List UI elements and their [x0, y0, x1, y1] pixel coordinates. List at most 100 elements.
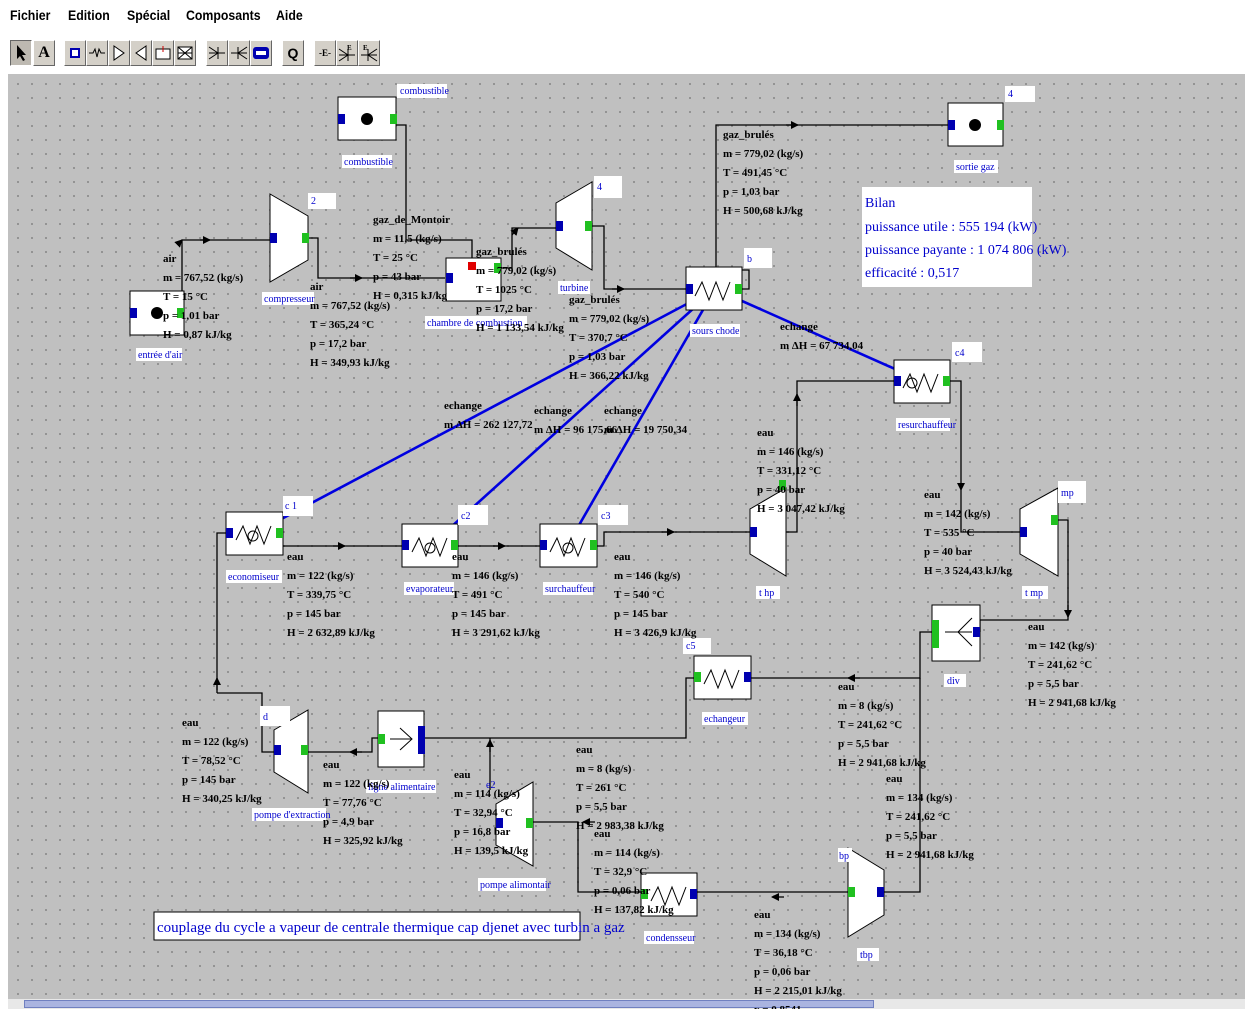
t-mp-component[interactable]	[1019, 487, 1059, 577]
label-s-div-echg-line-1: m = 8 (kg/s)	[838, 700, 894, 712]
turbine-component[interactable]	[555, 181, 593, 271]
label-s-cond-out-line-3: p = 0,06 bar	[594, 885, 651, 897]
diagram-caption: couplage du cycle a vapeur de centrale t…	[157, 920, 625, 936]
label-s-tbp-out-line-1: m = 134 (kg/s)	[754, 928, 821, 940]
label-s-air-out-line-3: p = 17,2 bar	[310, 338, 367, 350]
label-s-evap-out-line-1: m = 146 (kg/s)	[452, 570, 519, 582]
label-s-air-in-line-1: m = 767,52 (kg/s)	[163, 272, 244, 284]
label-s-resurch-out-line-0: eau	[924, 489, 941, 501]
tag-sortie-gaz: 4	[1008, 89, 1013, 100]
bilan-efficacite: efficacité : 0,517	[865, 266, 959, 281]
label-s-fuel-line-4: H = 0,315 kJ/kg	[373, 290, 448, 302]
label-s-div-tbp-line-3: p = 5,5 bar	[886, 830, 937, 842]
label-s-div-tbp-line-1: m = 134 (kg/s)	[886, 792, 953, 804]
tag-t-bp: bp	[839, 851, 849, 862]
name-surchauffeur: surchauffeur	[545, 584, 596, 595]
label-s-turb-out-line-1: m = 779,02 (kg/s)	[569, 313, 650, 325]
resurchauffeur-component[interactable]	[893, 359, 951, 404]
label-s-surch-out-line-1: m = 146 (kg/s)	[614, 570, 681, 582]
label-s-eco-in-line-2: T = 78,52 °C	[182, 755, 241, 767]
label-s-fuel-line-2: T = 25 °C	[373, 252, 418, 264]
evaporateur-component[interactable]	[401, 523, 459, 568]
name-pompe-extraction: pompe d'extraction	[254, 810, 331, 821]
label-s-exhaust-line-1: m = 779,02 (kg/s)	[723, 148, 804, 160]
name-div: div	[947, 676, 960, 687]
surchauffeur-component[interactable]	[539, 523, 598, 568]
label-s-evap-out-line-0: eau	[452, 551, 469, 563]
wire-div-echg	[746, 631, 935, 679]
tag-surchauffeur: c3	[601, 511, 610, 522]
label-s-echg-out-line-4: H = 2 983,38 kJ/kg	[576, 820, 664, 832]
label-s-pa-out-line-1: m = 114 (kg/s)	[454, 788, 520, 800]
label-s-echg-out-line-1: m = 8 (kg/s)	[576, 763, 632, 775]
label-s-eco-out-line-3: p = 145 bar	[287, 608, 341, 620]
label-s-pe-out-line-4: H = 325,92 kJ/kg	[323, 835, 403, 847]
label-s-cond-out-line-1: m = 114 (kg/s)	[594, 847, 660, 859]
name-t-hp: t hp	[759, 588, 774, 599]
label-s-cc-out-line-4: H = 1 133,54 kJ/kg	[476, 322, 564, 334]
name-turbine: turbine	[560, 283, 589, 294]
label-s-evap-out-line-4: H = 3 291,62 kJ/kg	[452, 627, 540, 639]
label-s-cc-out-line-0: gaz_brulés	[476, 246, 527, 258]
compresseur-component[interactable]	[269, 193, 309, 283]
label-s-fuel-line-3: p = 43 bar	[373, 271, 421, 283]
label-e3-line-1: m ΔH = 19 750,34	[604, 424, 688, 436]
wire-surch-thp	[597, 531, 750, 547]
label-s-tbp-out-line-2: T = 36,18 °C	[754, 947, 813, 959]
label-s-eco-in-line-4: H = 340,25 kJ/kg	[182, 793, 262, 805]
tag-pompe-extraction: d	[263, 712, 268, 723]
bilan-puissance-utile: puissance utile : 555 194 (kW)	[865, 220, 1038, 235]
label-s-cond-out-line-2: T = 32,9 °C	[594, 866, 647, 878]
label-e4-line-0: echange	[780, 321, 818, 333]
source-chaude-component[interactable]	[685, 266, 743, 311]
economiseur-component[interactable]	[225, 511, 284, 556]
label-s-eco-in-line-0: eau	[182, 717, 199, 729]
wire-eco-in	[216, 532, 228, 693]
label-s-surch-out-line-4: H = 3 426,9 kJ/kg	[614, 627, 697, 639]
sortie-gaz-component[interactable]	[947, 102, 1004, 147]
label-s-div-echg-line-4: H = 2 941,68 kJ/kg	[838, 757, 926, 769]
label-s-resurch-out-line-4: H = 3 524,43 kJ/kg	[924, 565, 1012, 577]
name-t-mp: t mp	[1025, 588, 1043, 599]
thermodynamic-cycle-diagram: combustible 4 2 4 b c4 c 1 c2 c3 mp c5 d…	[129, 84, 1116, 1009]
label-e2-line-0: echange	[534, 405, 572, 417]
label-s-tbp-out-line-3: p = 0,06 bar	[754, 966, 811, 978]
label-s-eco-out-line-2: T = 339,75 °C	[287, 589, 351, 601]
name-sortie-gaz: sortie gaz	[956, 162, 995, 173]
label-s-turb-out-line-2: T = 370,7 °C	[569, 332, 628, 344]
label-s-exhaust-line-2: T = 491,45 °C	[723, 167, 787, 179]
wire-turb-out	[592, 225, 688, 290]
label-s-evap-out-line-2: T = 491 °C	[452, 589, 503, 601]
label-s-cond-out-line-0: eau	[594, 828, 611, 840]
bilan-puissance-payante: puissance payante : 1 074 806 (kW)	[865, 243, 1067, 258]
name-resurchauffeur: resurchauffeur	[898, 420, 957, 431]
name-combustible: combustible	[344, 157, 393, 168]
label-s-pa-out-line-4: H = 139,5 kJ/kg	[454, 845, 529, 857]
wire-echg-ligne	[424, 677, 696, 739]
label-s-surch-out-line-3: p = 145 bar	[614, 608, 668, 620]
t-bp-component[interactable]	[847, 847, 885, 938]
label-s-thp-out-line-4: H = 3 047,42 kJ/kg	[757, 503, 845, 515]
label-s-div-echg-line-3: p = 5,5 bar	[838, 738, 889, 750]
name-source-chaude: sours chode	[692, 326, 740, 337]
div-component[interactable]	[931, 604, 981, 662]
ligne-alimentaire-component[interactable]	[377, 710, 425, 768]
label-s-fuel-line-1: m = 11,5 (kg/s)	[373, 233, 442, 245]
combustible-component[interactable]	[337, 96, 397, 141]
label-s-div-tbp-line-0: eau	[886, 773, 903, 785]
label-s-air-in-line-2: T = 15 °C	[163, 291, 208, 303]
label-s-cc-out-line-3: p = 17,2 bar	[476, 303, 533, 315]
label-s-eco-out-line-0: eau	[287, 551, 304, 563]
label-s-cond-out-line-4: H = 137,82 kJ/kg	[594, 904, 674, 916]
label-s-tmp-out-line-1: m = 142 (kg/s)	[1028, 640, 1095, 652]
label-s-pe-out-line-1: m = 122 (kg/s)	[323, 778, 390, 790]
label-s-div-echg-line-2: T = 241,62 °C	[838, 719, 902, 731]
label-s-turb-out-line-4: H = 366,22 kJ/kg	[569, 370, 649, 382]
echangeur-component[interactable]	[693, 655, 752, 700]
label-s-tmp-out-line-2: T = 241,62 °C	[1028, 659, 1092, 671]
label-s-pe-out-line-2: T = 77,76 °C	[323, 797, 382, 809]
label-s-tmp-out-line-4: H = 2 941,68 kJ/kg	[1028, 697, 1116, 709]
label-s-tbp-out-line-5: x = 0,8541	[754, 1004, 802, 1009]
label-s-fuel-line-0: gaz_de_Montoir	[373, 214, 450, 226]
label-s-resurch-out-line-2: T = 535 °C	[924, 527, 975, 539]
